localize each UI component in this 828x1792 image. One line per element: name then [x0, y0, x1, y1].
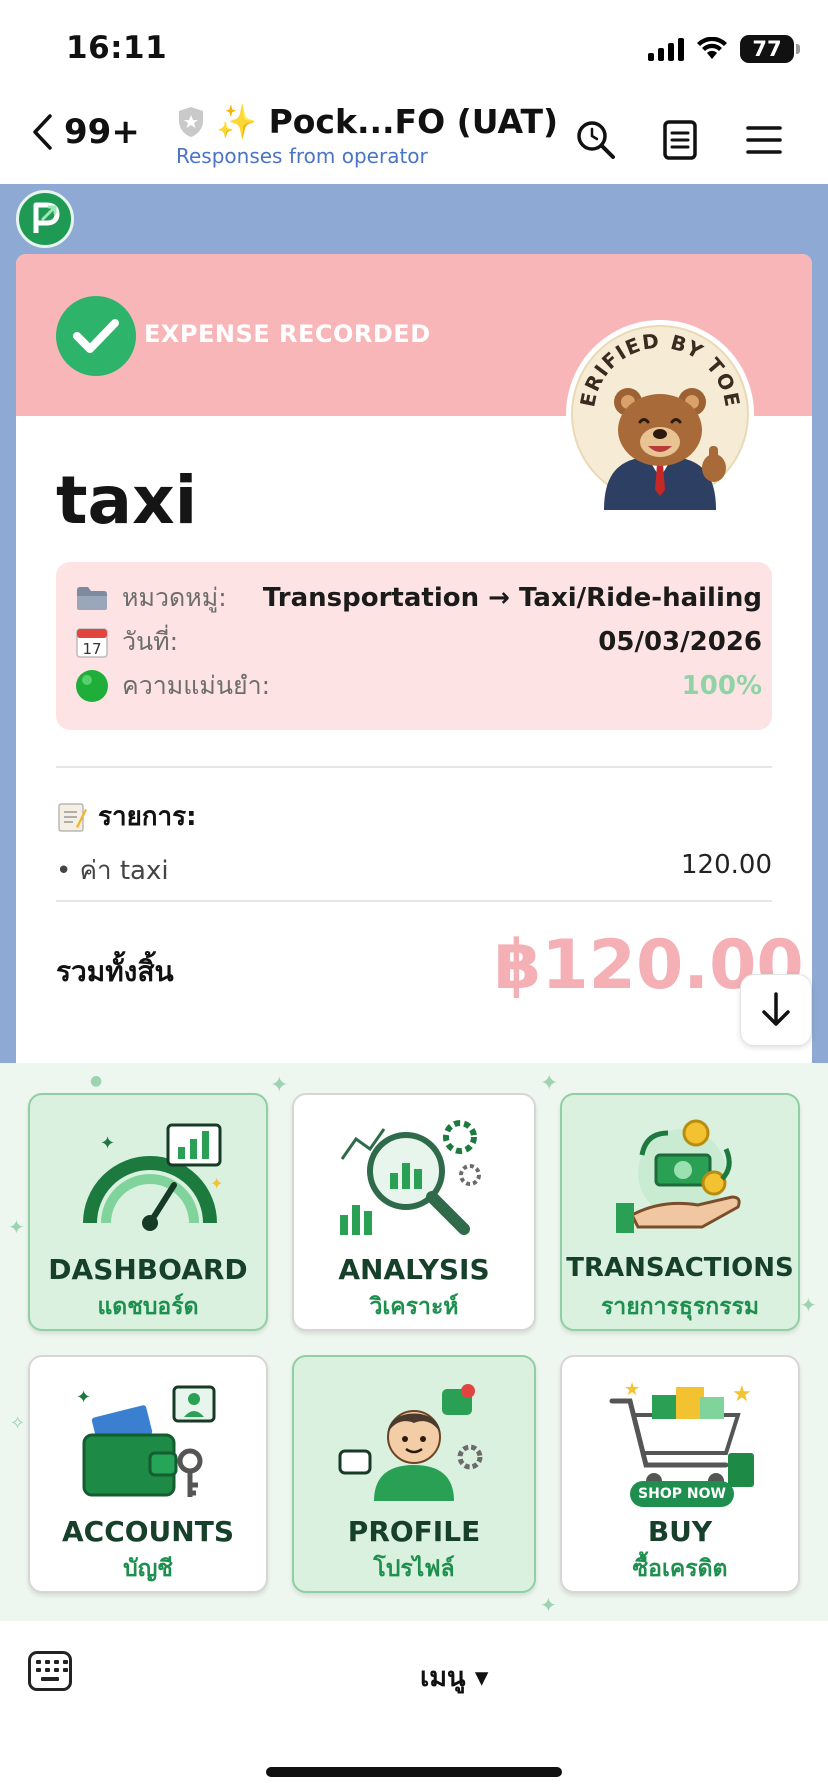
chat-area[interactable]: EXPENSE RECORDED VERIFIED BY TOEY — [0, 184, 828, 1063]
check-icon — [56, 296, 136, 376]
arrow-down-icon — [762, 992, 790, 1026]
svg-text:✦: ✦ — [100, 1133, 115, 1154]
sparkle-decoration: ✦ — [270, 1073, 289, 1098]
menu-tile-sublabel: แดชบอร์ด — [97, 1294, 199, 1320]
speedometer-icon: ✦ ✦ — [83, 1123, 223, 1231]
menu-tile-label: ACCOUNTS — [61, 1515, 234, 1548]
menu-tile-sublabel: วิเคราะห์ — [369, 1294, 459, 1320]
line-items-heading-text: รายการ: — [98, 802, 197, 832]
status-time: 16:11 — [66, 30, 168, 66]
hamburger-icon[interactable] — [742, 118, 786, 162]
date-label: วันที่: — [122, 627, 179, 656]
divider — [56, 900, 772, 902]
magnifier-chart-icon — [340, 1120, 481, 1235]
menu-tile-transactions[interactable]: TRANSACTIONS รายการธุรกรรม — [560, 1093, 800, 1331]
wifi-icon — [697, 37, 727, 59]
wallet-keys-icon: ✦ — [76, 1385, 216, 1497]
svg-text:★: ★ — [624, 1381, 640, 1400]
date-row: 17 วันที่: 05/03/2026 — [72, 620, 762, 664]
green-circle-icon — [72, 668, 112, 704]
accuracy-value: 100% — [681, 671, 762, 701]
menu-tile-accounts[interactable]: ✦ ACCOUNTS บัญชี — [28, 1355, 268, 1593]
accuracy-label: ความแม่นยำ: — [122, 671, 271, 700]
menu-tile-label: DASHBOARD — [48, 1253, 248, 1286]
menu-tile-sublabel: บัญชี — [123, 1556, 173, 1582]
menu-tile-sublabel: รายการธุรกรรม — [600, 1294, 760, 1320]
scroll-to-bottom-button[interactable] — [740, 974, 812, 1046]
bottom-bar: เมนู ▾ — [0, 1621, 828, 1792]
menu-tile-label: ANALYSIS — [338, 1253, 490, 1286]
chevron-left-icon — [33, 114, 52, 150]
svg-text:★: ★ — [732, 1382, 752, 1407]
expense-title: taxi — [56, 462, 198, 539]
memo-icon — [58, 802, 87, 832]
svg-text:✦: ✦ — [76, 1387, 91, 1408]
home-indicator — [266, 1767, 562, 1777]
sparkle-decoration: ● — [90, 1073, 103, 1089]
menu-toggle-button[interactable]: เมนู ▾ — [420, 1655, 488, 1698]
search-icon[interactable] — [574, 118, 618, 162]
svg-text:17: 17 — [82, 640, 101, 658]
person-profile-icon — [338, 1384, 483, 1501]
menu-tile-label: TRANSACTIONS — [566, 1253, 794, 1283]
line-item-name: • ค่า taxi — [56, 856, 169, 886]
shield-icon — [179, 107, 203, 137]
card-status-label: EXPENSE RECORDED — [144, 320, 431, 348]
cellular-signal-icon — [648, 37, 684, 61]
keyboard-icon[interactable] — [28, 1651, 72, 1691]
calendar-icon: 17 — [72, 624, 112, 660]
status-icons: 77 — [648, 34, 800, 64]
sparkle-decoration: ✦ — [8, 1215, 25, 1239]
line-items-heading: รายการ: — [56, 796, 197, 837]
date-value: 05/03/2026 — [598, 627, 762, 657]
category-row: หมวดหมู่: Transportation → Taxi/Ride-hai… — [72, 576, 762, 620]
sparkle-decoration: ✦ — [540, 1593, 557, 1617]
bot-logo-icon — [33, 202, 60, 233]
rich-menu: ● ✦ ✦ ✦ ✦ ✧ ✦ ✦ ✦ DASHBOARD แดชบอร์ด ANA… — [0, 1063, 828, 1621]
shop-now-badge: SHOP NOW — [630, 1481, 734, 1507]
notes-icon[interactable] — [658, 118, 702, 162]
battery-level: 77 — [752, 37, 782, 61]
line-item-amount: 120.00 — [681, 850, 772, 880]
total-label: รวมทั้งสิ้น — [56, 955, 174, 988]
line-item: • ค่า taxi 120.00 — [56, 850, 772, 890]
menu-tile-dashboard[interactable]: ✦ ✦ DASHBOARD แดชบอร์ด — [28, 1093, 268, 1331]
sparkle-decoration: ✧ — [10, 1413, 26, 1434]
back-button[interactable]: 99+ — [30, 112, 140, 152]
chat-title-area[interactable]: ✨ Pock...FO (UAT) Responses from operato… — [176, 102, 558, 168]
unread-count: 99+ — [64, 112, 140, 152]
svg-text:✦: ✦ — [210, 1174, 223, 1193]
sparkle-decoration: ✦ — [800, 1293, 817, 1317]
status-bar: 16:11 77 — [0, 0, 828, 96]
expense-card: EXPENSE RECORDED VERIFIED BY TOEY — [16, 254, 812, 1063]
folder-icon — [72, 580, 112, 616]
category-value: Transportation → Taxi/Ride-hailing — [262, 583, 762, 613]
hand-money-icon — [616, 1119, 741, 1233]
chat-header: 99+ ✨ Pock...FO (UAT) Responses from ope… — [0, 96, 828, 184]
menu-tile-profile[interactable]: PROFILE โปรไฟล์ — [292, 1355, 536, 1593]
expense-info-box: หมวดหมู่: Transportation → Taxi/Ride-hai… — [56, 562, 772, 730]
menu-tile-buy[interactable]: ★ ★ SHOP NOW BUY ซื้อเครดิต — [560, 1355, 800, 1593]
accuracy-row: ความแม่นยำ: 100% — [72, 664, 762, 708]
battery-indicator: 77 — [740, 35, 800, 63]
menu-tile-analysis[interactable]: ANALYSIS วิเคราะห์ — [292, 1093, 536, 1331]
menu-tile-sublabel: โปรไฟล์ — [373, 1556, 455, 1582]
category-label: หมวดหมู่: — [122, 583, 227, 612]
chat-subtitle: Responses from operator — [176, 144, 428, 168]
bot-avatar[interactable] — [16, 190, 74, 248]
battery-cap — [796, 44, 800, 54]
sparkle-decoration: ✦ — [540, 1071, 559, 1096]
menu-tile-label: PROFILE — [347, 1515, 481, 1548]
chat-title: ✨ Pock...FO (UAT) — [216, 102, 559, 141]
menu-tile-label: BUY — [647, 1515, 713, 1548]
divider — [56, 766, 772, 768]
verified-seal: VERIFIED BY TOEY — [564, 318, 754, 510]
menu-tile-sublabel: ซื้อเครดิต — [632, 1556, 728, 1582]
